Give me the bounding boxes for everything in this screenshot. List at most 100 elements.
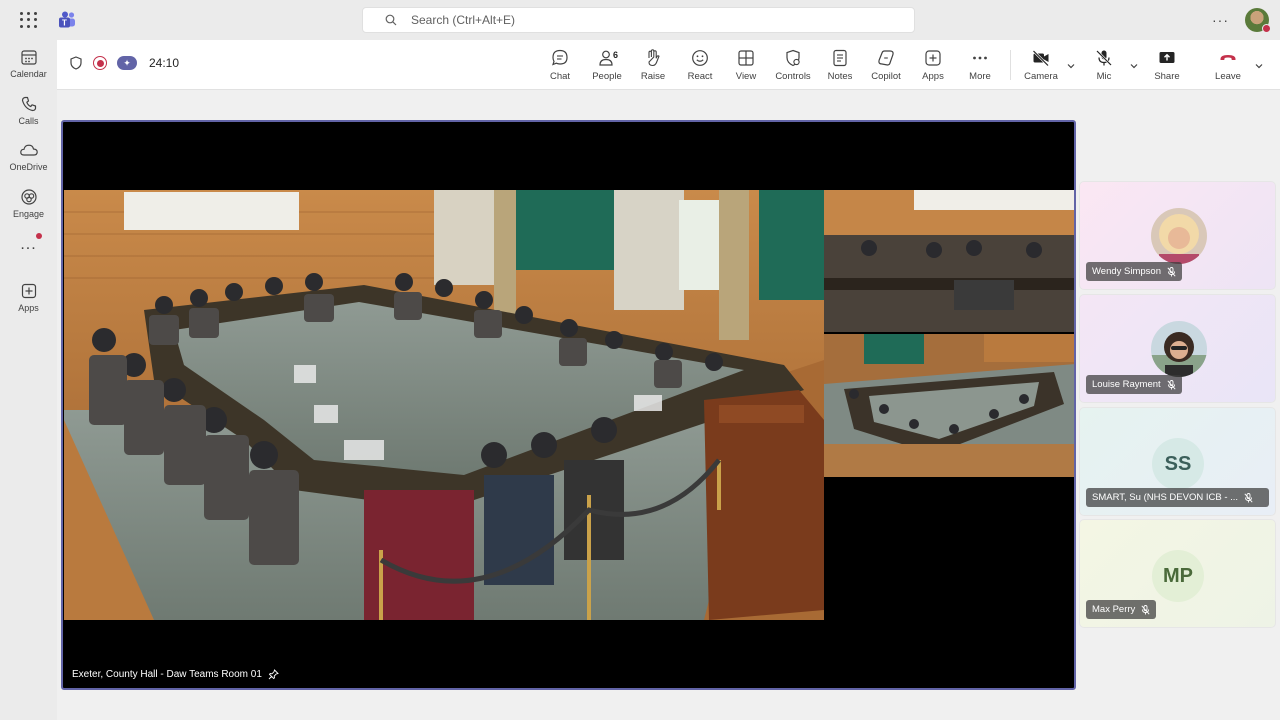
more-icon	[973, 56, 987, 60]
people-label: People	[592, 71, 622, 82]
share-label: Share	[1154, 71, 1180, 82]
participant-tile-max-perry[interactable]: MP Max Perry	[1079, 519, 1276, 628]
raise-hand-button[interactable]: Raise	[630, 48, 676, 82]
participant-nameplate: Max Perry	[1086, 600, 1157, 619]
view-label: View	[735, 71, 757, 82]
app-rail: Calendar Calls OneDrive Engage ... Apps	[0, 40, 57, 720]
add-app-icon	[925, 50, 941, 66]
engage-icon	[20, 189, 37, 205]
rail-label-onedrive: OneDrive	[9, 162, 48, 172]
search-placeholder: Search (Ctrl+Alt+E)	[411, 13, 516, 27]
participant-photo	[1151, 208, 1207, 264]
share-button[interactable]: Share	[1144, 48, 1190, 82]
participant-nameplate: Louise Rayment	[1086, 375, 1182, 394]
participant-initials-avatar: SS	[1152, 438, 1204, 490]
pin-icon[interactable]	[268, 669, 279, 680]
chat-label: Chat	[549, 71, 571, 82]
view-button[interactable]: View	[723, 48, 769, 82]
phone-icon	[21, 96, 36, 112]
people-button[interactable]: 6 People	[584, 48, 630, 82]
leave-button[interactable]: Leave	[1205, 48, 1251, 82]
mic-muted-icon	[1167, 379, 1176, 389]
controls-label: Controls	[775, 71, 811, 82]
shield-icon[interactable]	[69, 56, 83, 70]
calendar-icon	[20, 50, 37, 65]
main-video-stage[interactable]: Exeter, County Hall - Daw Teams Room 01	[61, 120, 1076, 690]
participant-name: Louise Rayment	[1092, 379, 1161, 390]
app-launcher-icon[interactable]	[18, 10, 38, 30]
secondary-camera-feed-1	[824, 190, 1074, 332]
room-camera-feed	[64, 190, 824, 620]
rail-item-calendar[interactable]: Calendar	[0, 48, 57, 79]
participant-name: Wendy Simpson	[1092, 266, 1161, 277]
chat-button[interactable]: Chat	[537, 48, 583, 82]
rail-item-apps[interactable]: Apps	[0, 282, 57, 313]
camera-label: Camera	[1024, 71, 1058, 82]
meeting-timer: 24:10	[149, 56, 180, 70]
copilot-icon	[878, 50, 894, 66]
search-input[interactable]: Search (Ctrl+Alt+E)	[362, 7, 915, 33]
chat-icon	[552, 49, 568, 66]
mic-off-icon	[1096, 50, 1112, 66]
meeting-toolbar: ✦ 24:10 Chat 6 People Raise React View C…	[57, 40, 1280, 90]
participant-photo	[1151, 321, 1207, 377]
mic-muted-icon	[1244, 492, 1253, 502]
settings-more-icon[interactable]: ···	[1212, 12, 1229, 28]
react-label: React	[687, 71, 713, 82]
participant-nameplate: SMART, Su (NHS DEVON ICB - ...	[1086, 488, 1269, 507]
participant-tile-su-smart[interactable]: SS SMART, Su (NHS DEVON ICB - ...	[1079, 407, 1276, 516]
react-button[interactable]: React	[677, 48, 723, 82]
people-count: 6	[613, 50, 619, 60]
title-bar: T Search (Ctrl+Alt+E) ···	[0, 0, 1280, 40]
rail-more-apps[interactable]: ...	[0, 236, 57, 254]
notes-label: Notes	[827, 71, 853, 82]
participant-nameplate: Wendy Simpson	[1086, 262, 1182, 281]
add-app-icon	[21, 283, 36, 299]
camera-button[interactable]: Camera	[1018, 48, 1064, 82]
leave-label: Leave	[1215, 71, 1241, 82]
teams-logo-icon: T	[59, 11, 75, 28]
rail-item-onedrive[interactable]: OneDrive	[0, 141, 57, 172]
rail-label-apps: Apps	[18, 303, 39, 313]
apps-label: Apps	[922, 71, 944, 82]
stage-participant-name: Exeter, County Hall - Daw Teams Room 01	[72, 669, 262, 680]
svg-text:T: T	[62, 19, 67, 28]
mic-muted-icon	[1167, 266, 1176, 276]
mic-options-chevron-icon[interactable]	[1129, 61, 1139, 71]
rail-label-calendar: Calendar	[10, 69, 47, 79]
smiley-icon	[692, 50, 708, 66]
share-icon	[1159, 52, 1175, 63]
participant-tile-louise-rayment[interactable]: Louise Rayment	[1079, 294, 1276, 403]
apps-button[interactable]: Apps	[910, 48, 956, 82]
more-button[interactable]: More	[957, 48, 1003, 82]
participant-name: Max Perry	[1092, 604, 1136, 615]
user-avatar[interactable]	[1245, 8, 1271, 33]
cloud-icon	[19, 144, 38, 156]
copilot-button[interactable]: Copilot	[863, 48, 909, 82]
search-icon	[385, 14, 397, 26]
busy-status-icon	[1262, 24, 1271, 33]
notes-button[interactable]: Notes	[817, 48, 863, 82]
rail-item-engage[interactable]: Engage	[0, 188, 57, 219]
rail-item-calls[interactable]: Calls	[0, 95, 57, 126]
hand-icon	[648, 49, 660, 67]
copilot-label: Copilot	[871, 71, 901, 82]
more-label: More	[969, 71, 991, 82]
camera-options-chevron-icon[interactable]	[1066, 61, 1076, 71]
raise-label: Raise	[640, 71, 666, 82]
shield-settings-icon	[786, 49, 800, 67]
toolbar-divider	[1010, 50, 1011, 80]
recording-icon	[93, 56, 107, 70]
notes-icon	[833, 49, 847, 67]
secondary-camera-feed-2	[824, 334, 1074, 477]
copilot-badge-icon: ✦	[117, 56, 137, 70]
mic-button[interactable]: Mic	[1081, 48, 1127, 82]
mic-muted-icon	[1141, 604, 1150, 614]
leave-options-chevron-icon[interactable]	[1254, 61, 1264, 71]
participant-initials-avatar: MP	[1152, 550, 1204, 602]
participant-name: SMART, Su (NHS DEVON ICB - ...	[1092, 492, 1239, 503]
rail-label-calls: Calls	[18, 116, 39, 126]
participant-tile-wendy-simpson[interactable]: Wendy Simpson	[1079, 181, 1276, 290]
controls-button[interactable]: Controls	[770, 48, 816, 82]
camera-off-icon	[1032, 50, 1049, 67]
